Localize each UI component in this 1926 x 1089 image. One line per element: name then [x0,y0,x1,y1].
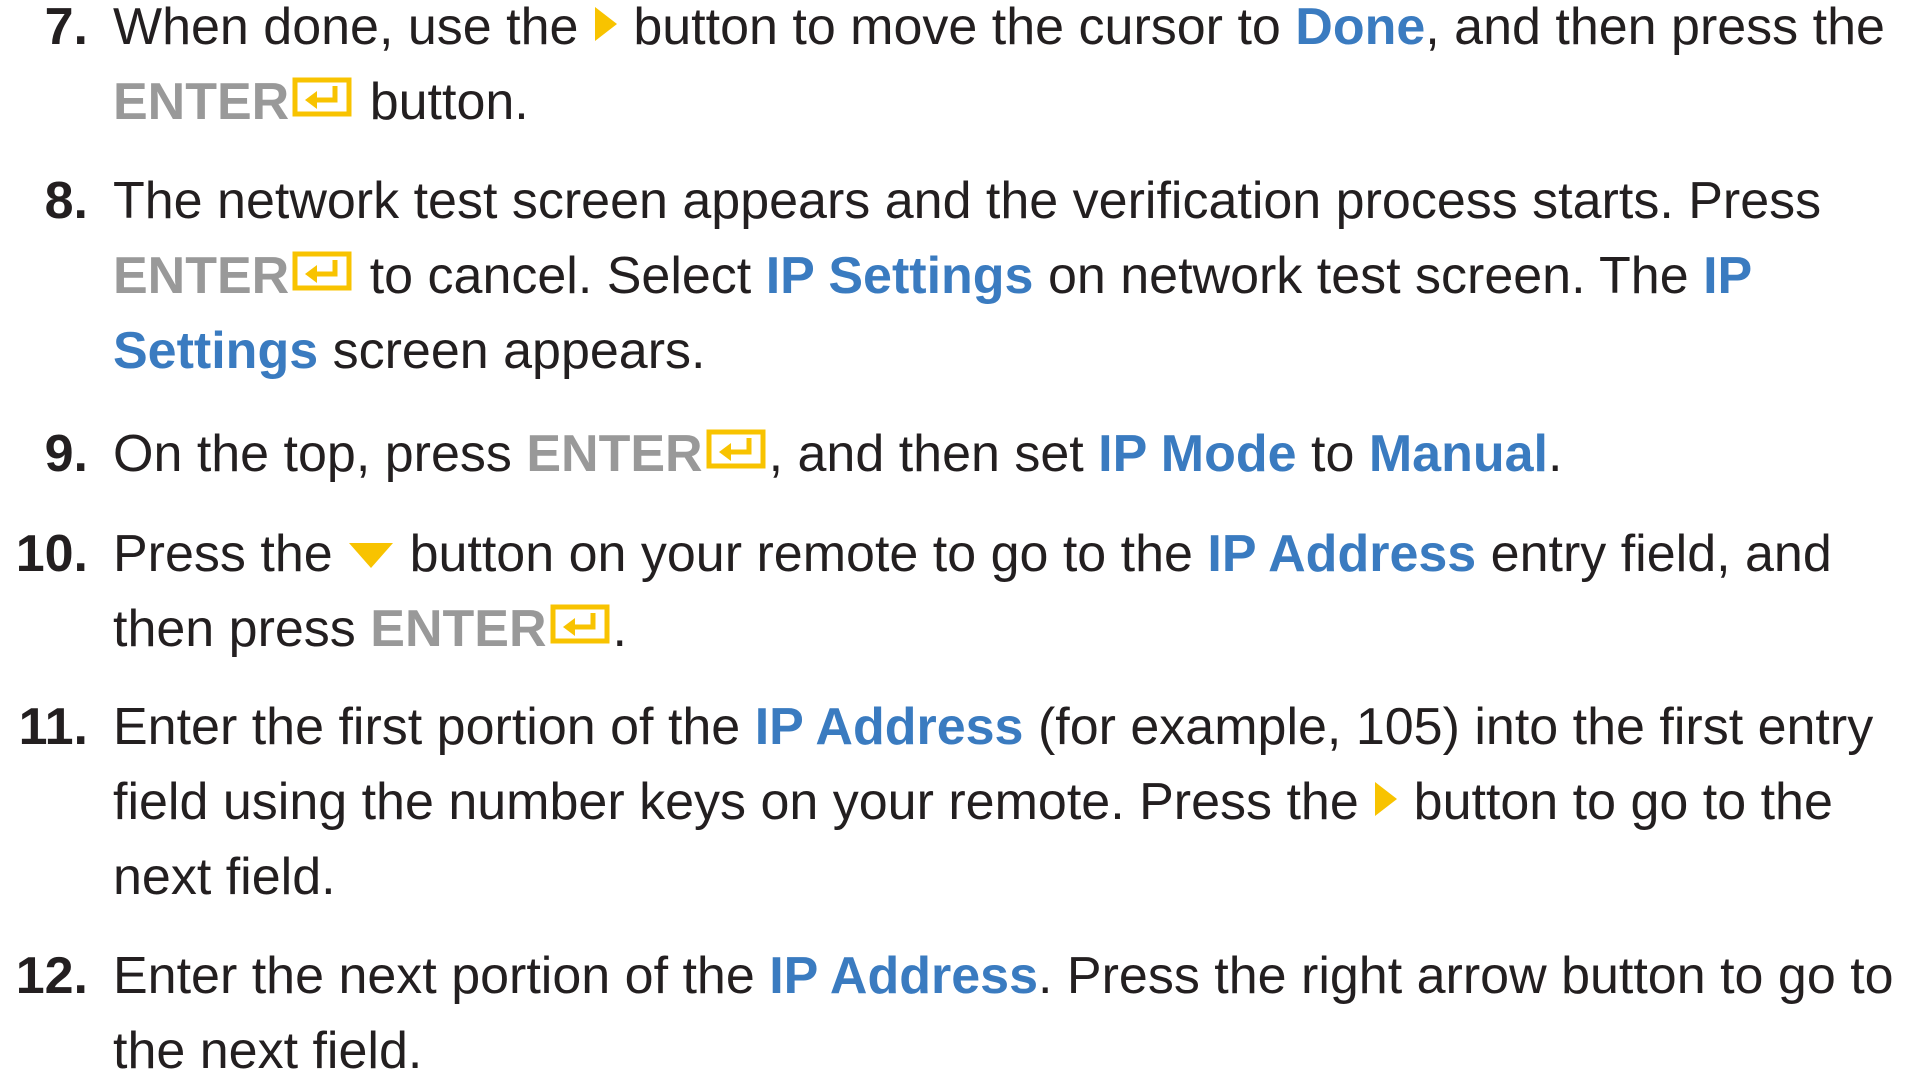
text: Press the [113,525,333,583]
enter-label: ENTER [113,73,290,131]
enter-icon [703,416,769,491]
text: , and then press the [1425,0,1885,56]
text: next field. [113,848,336,906]
enter-label: ENTER [526,425,703,483]
enter-label: ENTER [370,600,547,658]
text-line: Settings screen appears. [113,314,1913,389]
text: entry field, and [1490,525,1832,583]
instruction-page: 7. When done, use the button to move the… [0,0,1926,1080]
right-arrow-icon [1373,764,1399,839]
enter-icon [289,64,355,139]
text-line: Press the button on your remote to go to… [113,517,1913,592]
text: The network test screen appears and the … [113,172,1822,230]
text: Enter the next portion of the [113,947,755,1005]
step-body: When done, use the button to move the cu… [113,0,1913,140]
text: button to move the cursor to [633,0,1281,56]
text-line: next field. [113,840,1913,915]
text: . Press the right arrow button to go to [1038,947,1894,1005]
step-body: Press the button on your remote to go to… [113,517,1913,667]
term-ip-address: IP Address [754,698,1024,756]
enter-icon [547,591,613,666]
term-ip-address: IP Address [1207,525,1477,583]
text: field using the number keys on your remo… [113,773,1359,831]
term-done: Done [1295,0,1426,56]
term-ip-settings: IP Settings [765,247,1034,305]
step-number: 11. [18,698,88,756]
enter-icon [289,238,355,313]
text: then press [113,600,356,658]
down-arrow-icon [347,516,395,591]
text-line: then press ENTER. [113,592,1913,667]
text-line: When done, use the button to move the cu… [113,0,1913,65]
step-body: Enter the next portion of the IP Address… [113,939,1913,1089]
text-line: the next field. [113,1014,1913,1089]
right-arrow-icon [593,0,619,64]
text-line: The network test screen appears and the … [113,164,1913,239]
text: to [1311,425,1355,483]
step-number: 12. [15,947,88,1005]
text: When done, use the [113,0,579,56]
text-line: ENTER to cancel. Select IP Settings on n… [113,239,1913,314]
text: screen appears. [332,322,706,380]
term-ip-mode: IP Mode [1098,425,1297,483]
text: , and then set [768,425,1084,483]
step-number: 10. [15,525,88,583]
step-body: The network test screen appears and the … [113,164,1913,389]
enter-label: ENTER [113,247,290,305]
term-manual: Manual [1368,425,1548,483]
step-number: 8. [44,172,88,230]
text-line: Enter the first portion of the IP Addres… [113,690,1913,765]
text: to cancel. Select [369,247,752,305]
text: button on your remote to go to the [409,525,1193,583]
term-ip-address: IP Address [769,947,1038,1005]
step-body: Enter the first portion of the IP Addres… [113,690,1913,915]
text: . [1548,425,1563,483]
text: (for example, 105) into the first entry [1037,698,1874,756]
text-line: ENTER button. [113,65,1913,140]
step-number: 7. [44,0,88,56]
text: . [612,600,627,658]
text: On the top, press [113,425,512,483]
text-line: field using the number keys on your remo… [113,765,1913,840]
term-settings: Settings [113,322,319,380]
text: on network test screen. The [1047,247,1689,305]
text: button to go to the [1413,773,1833,831]
text: Enter the first portion of the [113,698,741,756]
text-line: On the top, press ENTER , and then set IP… [113,417,1913,492]
text-line: Enter the next portion of the IP Address… [113,939,1913,1014]
text: the next field. [113,1022,423,1080]
step-body: On the top, press ENTER , and then set IP… [113,417,1913,492]
term-ip: IP [1703,247,1753,305]
step-number: 9. [44,425,88,483]
text: button. [369,73,529,131]
